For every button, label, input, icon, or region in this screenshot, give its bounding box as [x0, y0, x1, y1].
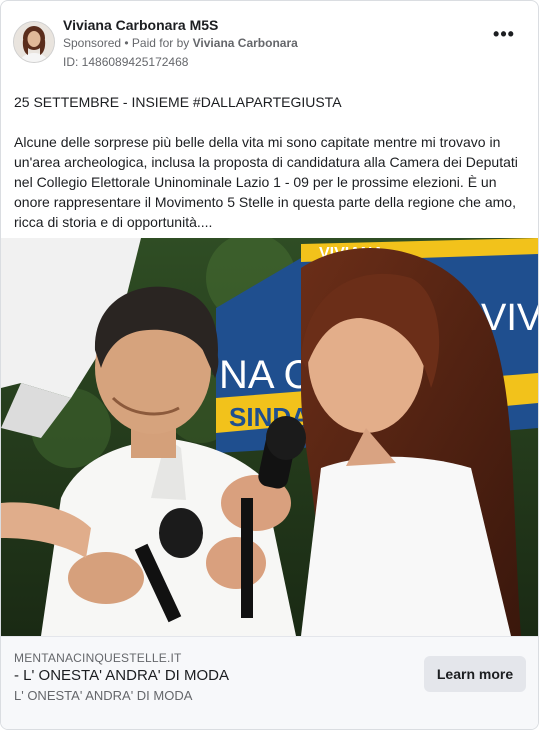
post-body-title: 25 SETTEMBRE - INSIEME #DALLAPARTEGIUSTA [14, 94, 342, 110]
page-name[interactable]: Viviana Carbonara M5S [63, 17, 218, 33]
sponsored-label: Sponsored [63, 36, 122, 50]
avatar[interactable] [13, 21, 55, 63]
sponsored-line: Sponsored • Paid for by Viviana Carbonar… [63, 36, 298, 50]
post-body-paragraph: Alcune delle sorprese più belle della vi… [14, 134, 518, 230]
post-header: Viviana Carbonara M5S Sponsored • Paid f… [13, 17, 526, 73]
learn-more-button[interactable]: Learn more [424, 656, 526, 692]
paid-for-name[interactable]: Viviana Carbonara [193, 36, 298, 50]
link-card[interactable]: MENTANACINQUESTELLE.IT - L' ONESTA' ANDR… [1, 636, 538, 729]
post-body: 25 SETTEMBRE - INSIEME #DALLAPARTEGIUSTA… [14, 92, 526, 232]
avatar-image [14, 22, 54, 62]
ad-id: ID: 1486089425172468 [63, 55, 189, 69]
campaign-event-photo: VIVIANA NA CA SINDACA VIVIA [1, 238, 538, 636]
ad-card: Viviana Carbonara M5S Sponsored • Paid f… [0, 0, 539, 730]
link-domain[interactable]: MENTANACINQUESTELLE.IT [14, 651, 182, 665]
post-photo[interactable]: VIVIANA NA CA SINDACA VIVIA [1, 238, 538, 636]
link-headline[interactable]: - L' ONESTA' ANDRA' DI MODA [14, 667, 229, 684]
link-description: L' ONESTA' ANDRA' DI MODA [14, 688, 193, 703]
paid-for-prefix: • Paid for by [124, 36, 190, 50]
more-options-icon[interactable]: ••• [492, 25, 516, 47]
